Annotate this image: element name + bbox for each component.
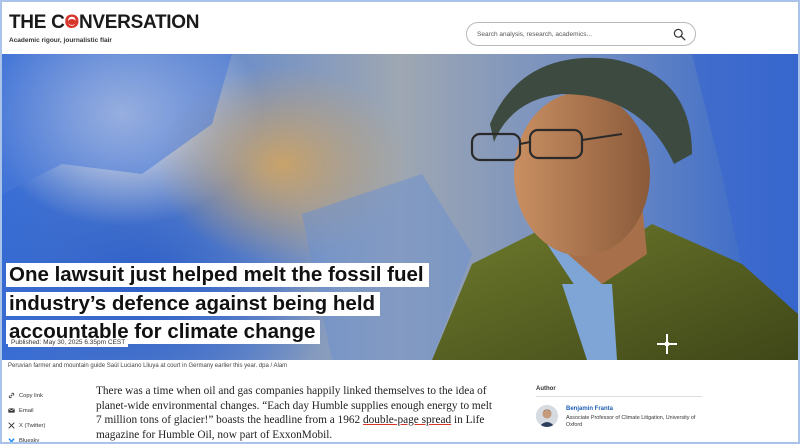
- article-body: There was a time when oil and gas compan…: [96, 384, 496, 442]
- email-icon: [8, 408, 15, 413]
- author-divider: [536, 396, 702, 397]
- share-label: Copy link: [19, 392, 43, 399]
- author-name-link[interactable]: Benjamin Franta: [566, 406, 613, 412]
- site-header: THE CONVERSATION Academic rigour, journa…: [0, 0, 800, 54]
- x-icon: [8, 422, 15, 429]
- logo-text-end: NVERSATION: [79, 12, 200, 33]
- share-label: Email: [19, 407, 34, 414]
- author-role: Associate Professor of Climate Litigatio…: [566, 415, 696, 428]
- image-caption: Peruvian farmer and mountain guide Saúl …: [8, 363, 288, 369]
- headline-line: One lawsuit just helped melt the fossil …: [6, 263, 429, 287]
- site-logo[interactable]: THE CONVERSATION: [9, 12, 199, 34]
- search-box[interactable]: [466, 22, 696, 46]
- search-icon[interactable]: [673, 28, 686, 41]
- search-input[interactable]: [477, 27, 667, 42]
- site-tagline: Academic rigour, journalistic flair: [9, 37, 112, 44]
- share-email[interactable]: Email: [8, 403, 45, 418]
- logo-text-start: THE C: [9, 12, 65, 33]
- headline-line: industry’s defence against being held: [6, 291, 381, 316]
- published-date: Published: May 30, 2025 6.35pm CEST: [8, 338, 129, 347]
- share-x-twitter[interactable]: X (Twitter): [8, 418, 45, 433]
- logo-speech-o: O: [64, 12, 80, 33]
- share-list: Copy link Email X (Twitter) Bluesky: [8, 388, 45, 444]
- double-page-spread-link[interactable]: double-page spread: [363, 414, 451, 426]
- bluesky-icon: [8, 438, 15, 443]
- share-label: Bluesky: [19, 437, 40, 444]
- author-photo: [536, 405, 558, 427]
- share-bluesky[interactable]: Bluesky: [8, 433, 45, 444]
- article-headline: One lawsuit just helped melt the fossil …: [6, 261, 429, 347]
- share-label: X (Twitter): [19, 422, 46, 429]
- author-section-label: Author: [536, 386, 556, 392]
- avatar[interactable]: [536, 405, 558, 427]
- link-icon: [8, 392, 15, 399]
- share-copy-link[interactable]: Copy link: [8, 388, 45, 403]
